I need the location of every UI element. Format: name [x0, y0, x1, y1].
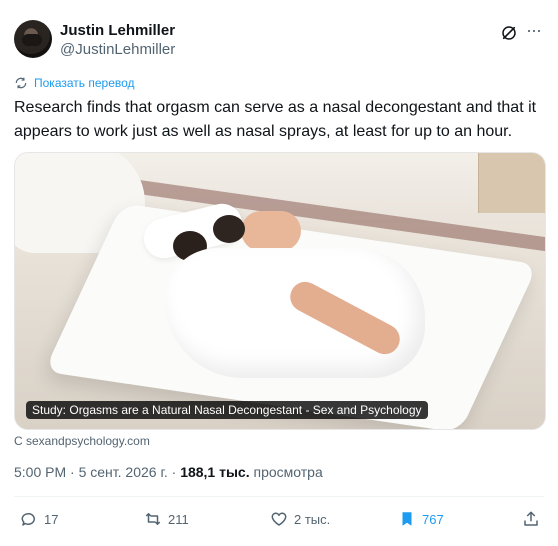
image-person-head: [213, 215, 245, 243]
like-button[interactable]: 2 тыс.: [270, 510, 330, 528]
tweet-text: Research finds that orgasm can serve as …: [14, 99, 537, 140]
share-icon: [524, 511, 538, 526]
views-label: просмотра: [249, 464, 323, 480]
like-icon: [271, 512, 287, 526]
author-name[interactable]: Justin Lehmiller: [60, 22, 175, 39]
retweet-count: 211: [168, 511, 189, 527]
image-person-shoulder: [241, 211, 301, 251]
author-handle[interactable]: @JustinLehmiller: [60, 41, 175, 58]
action-bar: 17 211 2 тыс. 767: [14, 510, 544, 534]
image-cabinet: [478, 153, 545, 213]
share-button[interactable]: [522, 510, 540, 528]
translate-link[interactable]: Показать перевод: [14, 76, 135, 90]
reply-count: 17: [44, 511, 59, 527]
retweet-icon: [145, 513, 161, 525]
like-count: 2 тыс.: [294, 511, 331, 527]
grok-icon[interactable]: [500, 24, 518, 42]
reply-button[interactable]: 17: [20, 510, 58, 528]
link-card-image[interactable]: Study: Orgasms are a Natural Nasal Decon…: [14, 152, 546, 430]
tweet-header: Justin Lehmiller @JustinLehmiller ···: [14, 18, 544, 62]
image-duvet: [165, 248, 425, 378]
more-icon[interactable]: ···: [526, 21, 544, 41]
tweet-meta: 5:00 PM · 5 сент. 2026 г. · 188,1 тыс. п…: [14, 464, 323, 480]
tweet-timestamp[interactable]: 5:00 PM · 5 сент. 2026 г. ·: [14, 464, 180, 480]
views-count: 188,1 тыс.: [180, 464, 250, 480]
divider: [14, 496, 544, 497]
avatar[interactable]: [14, 20, 52, 58]
translate-icon: [15, 77, 27, 89]
bookmark-icon: [402, 512, 412, 526]
bookmark-count: 767: [422, 511, 444, 527]
retweet-button[interactable]: 211: [144, 510, 189, 528]
reply-icon: [21, 512, 35, 526]
translate-label[interactable]: Показать перевод: [34, 76, 135, 90]
bookmark-button[interactable]: 767: [398, 510, 444, 528]
link-card-caption[interactable]: Study: Orgasms are a Natural Nasal Decon…: [26, 401, 428, 419]
link-source[interactable]: С sexandpsychology.com: [14, 434, 150, 448]
